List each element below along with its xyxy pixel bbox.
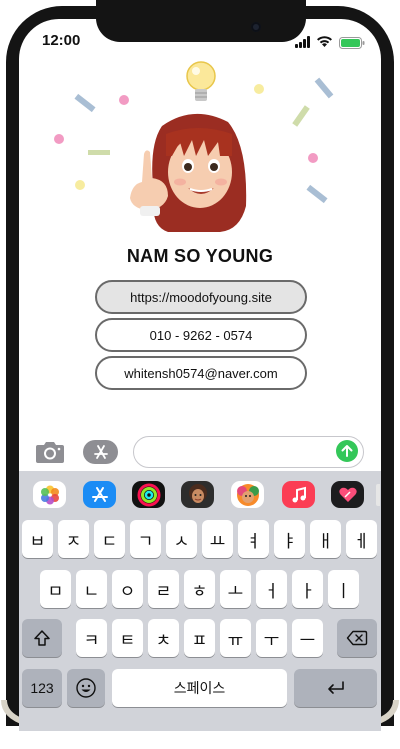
memoji-app-icon[interactable] <box>181 481 214 508</box>
lightbulb-icon <box>186 61 216 101</box>
key-row3[interactable]: ㅠ <box>220 619 251 657</box>
key-row3[interactable]: ㅌ <box>112 619 143 657</box>
phone-mockup: 12:00 NAM SO YOUNG https://moodofyoung.s… <box>0 0 400 749</box>
return-icon <box>327 681 344 694</box>
music-app-icon[interactable] <box>282 481 315 508</box>
key-row1[interactable]: ㅐ <box>310 520 341 558</box>
phone-number-button[interactable]: 010 - 9262 - 0574 <box>95 318 307 352</box>
numbers-key[interactable]: 123 <box>22 669 62 707</box>
app-store-drawer-button[interactable] <box>83 440 118 464</box>
key-row2[interactable]: ㄹ <box>148 570 179 608</box>
space-key[interactable]: 스페이스 <box>112 669 287 707</box>
key-row1[interactable]: ㅂ <box>22 520 53 558</box>
key-row1[interactable]: ㅔ <box>346 520 377 558</box>
message-input[interactable] <box>133 436 364 468</box>
backspace-icon <box>346 630 368 646</box>
key-row2[interactable]: ㅏ <box>292 570 323 608</box>
key-row1[interactable]: ㅅ <box>166 520 197 558</box>
memoji-stickers-icon[interactable] <box>231 481 264 508</box>
emoji-icon <box>76 678 96 698</box>
app-strip-overflow <box>376 484 380 506</box>
key-row2[interactable]: ㅇ <box>112 570 143 608</box>
key-row2[interactable]: ㅁ <box>40 570 71 608</box>
website-link-button[interactable]: https://moodofyoung.site <box>95 280 307 314</box>
key-row2[interactable]: ㅎ <box>184 570 215 608</box>
arrow-up-icon <box>341 445 353 457</box>
shift-icon <box>34 630 50 646</box>
backspace-key[interactable] <box>337 619 377 657</box>
return-key[interactable] <box>294 669 377 707</box>
key-row1[interactable]: ㄱ <box>130 520 161 558</box>
camera-icon[interactable] <box>34 440 66 464</box>
app-store-app-icon[interactable] <box>83 481 116 508</box>
key-row2[interactable]: ㄴ <box>76 570 107 608</box>
key-row3[interactable]: ㅜ <box>256 619 287 657</box>
key-row3[interactable]: ㅋ <box>76 619 107 657</box>
memoji-avatar <box>130 113 247 232</box>
key-row2[interactable]: ㅣ <box>328 570 359 608</box>
fitness-activity-icon[interactable] <box>132 481 165 508</box>
key-row1[interactable]: ㅈ <box>58 520 89 558</box>
shift-key[interactable] <box>22 619 62 657</box>
key-row2[interactable]: ㅓ <box>256 570 287 608</box>
email-button[interactable]: whitensh0574@naver.com <box>95 356 307 390</box>
key-row1[interactable]: ㅕ <box>238 520 269 558</box>
send-button[interactable] <box>336 440 358 462</box>
key-row3[interactable]: ㅡ <box>292 619 323 657</box>
key-row3[interactable]: ㅊ <box>148 619 179 657</box>
key-row3[interactable]: ㅍ <box>184 619 215 657</box>
photos-app-icon[interactable] <box>33 481 66 508</box>
key-row1[interactable]: ㄷ <box>94 520 125 558</box>
profile-name: NAM SO YOUNG <box>126 246 274 266</box>
digital-touch-heart-icon[interactable] <box>331 481 364 508</box>
emoji-key[interactable] <box>67 669 105 707</box>
key-row1[interactable]: ㅛ <box>202 520 233 558</box>
app-store-icon <box>93 445 108 459</box>
key-row2[interactable]: ㅗ <box>220 570 251 608</box>
key-row1[interactable]: ㅑ <box>274 520 305 558</box>
